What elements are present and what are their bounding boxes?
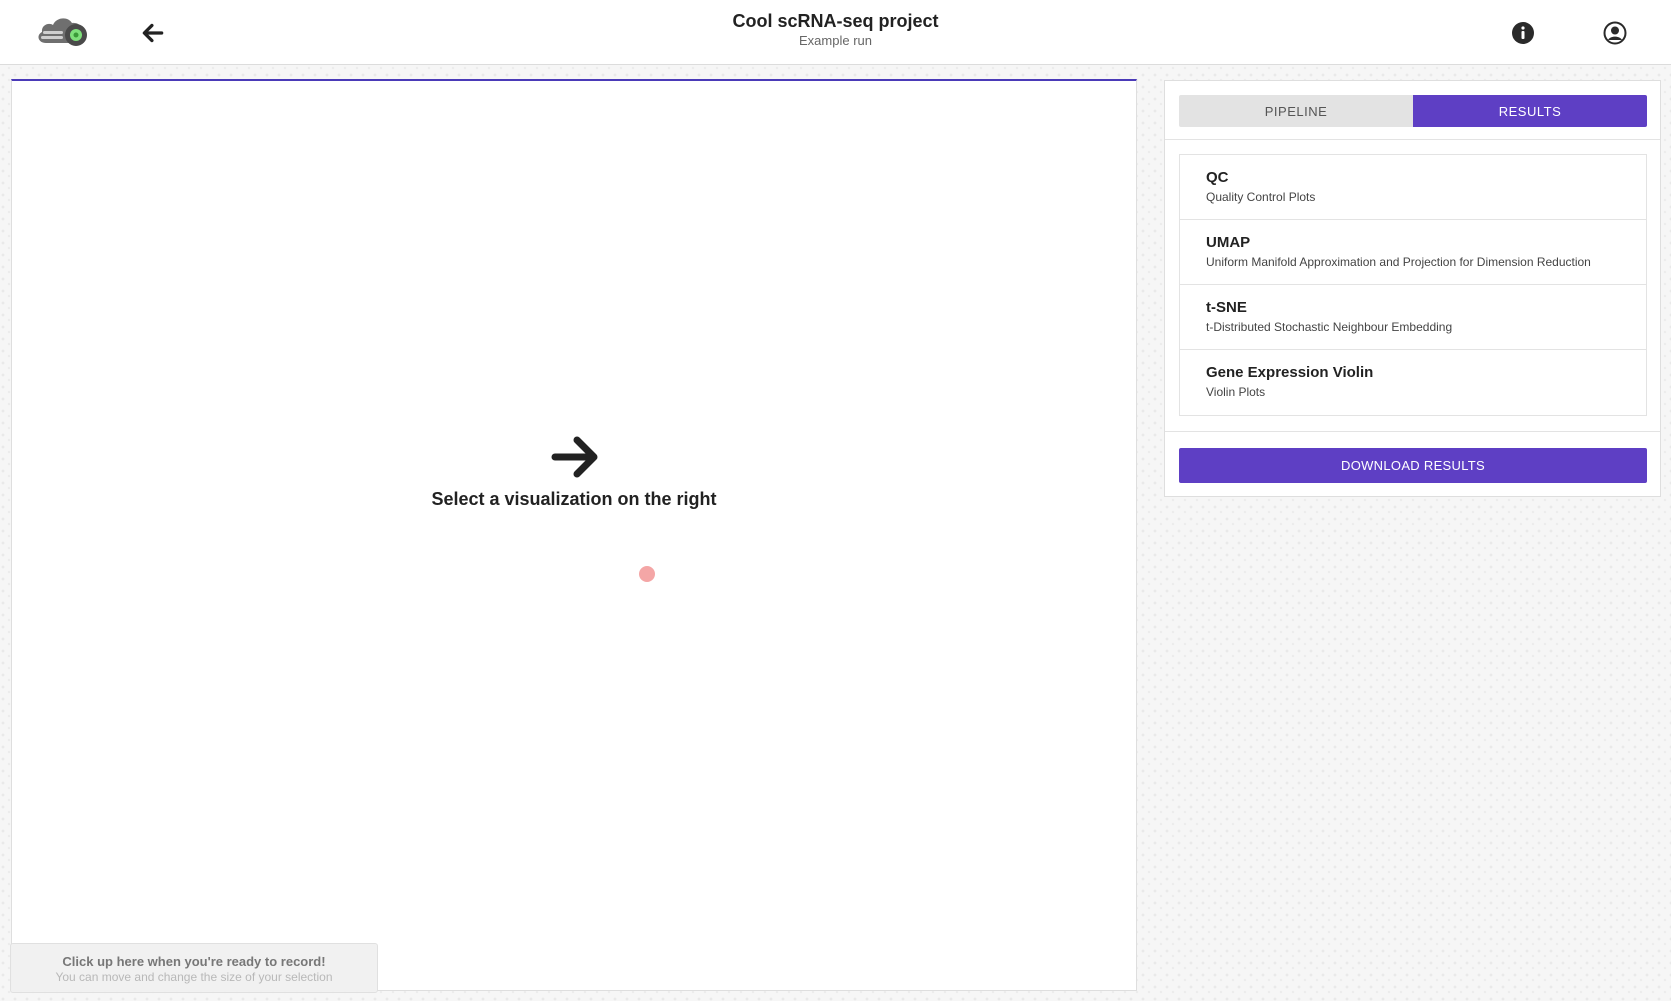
result-name: Gene Expression Violin <box>1206 364 1374 381</box>
mouse-cursor-indicator <box>639 566 655 582</box>
results-list: QC Quality Control Plots UMAP Uniform Ma… <box>1179 154 1647 416</box>
result-name: t-SNE <box>1206 299 1247 316</box>
record-prompt-title: Click up here when you're ready to recor… <box>62 954 326 969</box>
tab-pipeline[interactable]: PIPELINE <box>1179 95 1413 127</box>
result-item-umap[interactable]: UMAP Uniform Manifold Approximation and … <box>1180 220 1646 285</box>
info-circle-icon[interactable] <box>1511 21 1535 45</box>
project-title: Cool scRNA-seq project <box>732 11 939 31</box>
results-sidebar: PIPELINE RESULTS QC Quality Control Plot… <box>1164 80 1661 497</box>
result-name: UMAP <box>1206 234 1251 251</box>
run-subtitle: Example run <box>799 33 872 48</box>
arrow-right-icon <box>551 436 598 478</box>
result-description: Uniform Manifold Approximation and Proje… <box>1206 255 1591 269</box>
result-description: Quality Control Plots <box>1206 190 1316 204</box>
top-bar: Cool scRNA-seq project Example run <box>0 0 1671 65</box>
sidebar-tabs: PIPELINE RESULTS <box>1179 95 1647 127</box>
visualization-panel: Select a visualization on the right <box>11 79 1137 991</box>
page-header: Cool scRNA-seq project Example run <box>0 10 1671 49</box>
result-item-tsne[interactable]: t-SNE t-Distributed Stochastic Neighbour… <box>1180 285 1646 350</box>
record-prompt-overlay[interactable]: Click up here when you're ready to recor… <box>10 943 378 993</box>
result-item-qc[interactable]: QC Quality Control Plots <box>1180 155 1646 220</box>
divider <box>1165 431 1660 432</box>
result-item-violin[interactable]: Gene Expression Violin Violin Plots <box>1180 350 1646 415</box>
divider <box>1165 139 1660 140</box>
user-circle-icon[interactable] <box>1603 21 1627 45</box>
result-description: t-Distributed Stochastic Neighbour Embed… <box>1206 320 1453 334</box>
tab-results[interactable]: RESULTS <box>1413 95 1647 127</box>
download-results-button[interactable]: DOWNLOAD RESULTS <box>1179 448 1647 483</box>
record-prompt-subtitle: You can move and change the size of your… <box>55 970 333 984</box>
result-description: Violin Plots <box>1206 385 1266 399</box>
empty-state-message: Select a visualization on the right <box>431 489 717 509</box>
result-name: QC <box>1206 169 1229 186</box>
